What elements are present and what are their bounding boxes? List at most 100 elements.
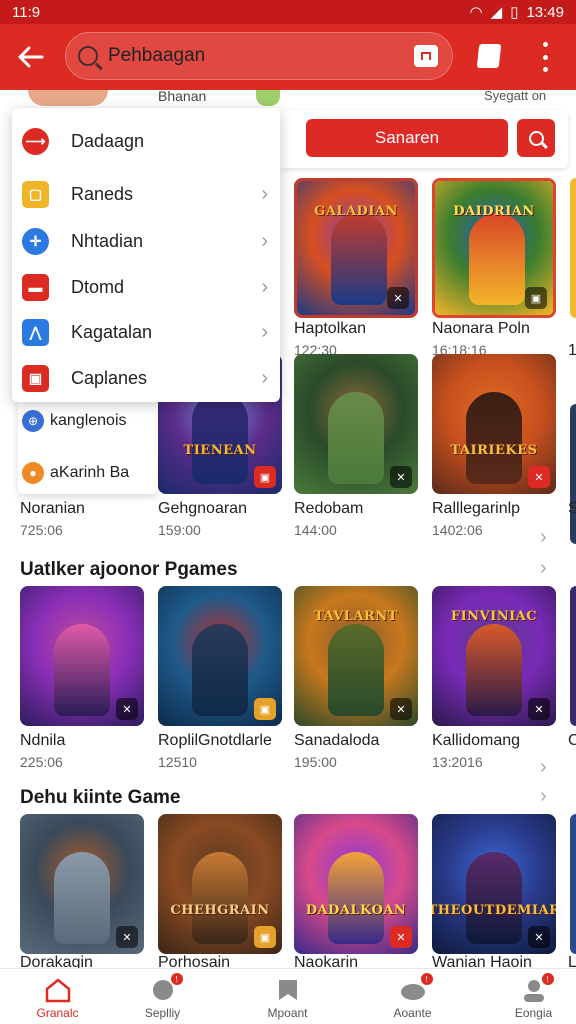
runner-icon: ⋀ [22,318,49,346]
section-more-chevron-icon[interactable]: › [540,557,547,580]
platform-badge-icon: ✕ [116,698,138,720]
more-options-icon[interactable] [536,42,554,72]
back-arrow-icon[interactable] [0,24,62,90]
next-game-tile-edge[interactable] [570,404,576,544]
dropdown-item[interactable]: ✛ Nhtadian › [12,219,280,263]
background-section-link[interactable]: Syegatt on [484,88,546,103]
dropdown-item-label: kanglenois [50,412,127,429]
game-character-art [54,852,110,944]
game-title[interactable]: RoplilGnotdlarle [158,732,292,750]
platform-badge-icon: ✕ [390,466,412,488]
game-title[interactable]: Redobam [294,500,428,518]
game-title[interactable]: Haptolkan [294,320,428,338]
shopping-bag-icon[interactable] [476,44,502,68]
platform-badge-icon: ▣ [254,466,276,488]
account-icon: ⊕ [22,410,44,432]
bottom-nav-item[interactable]: ! Eongia [476,969,576,1024]
chevron-right-icon: › [261,366,268,389]
next-game-tile-edge[interactable] [570,586,576,726]
game-tile[interactable]: ▣ [158,586,282,726]
game-tile[interactable]: CHEHGRAIN ▣ [158,814,282,954]
dropdown-item[interactable]: ● aKarinh Ba [22,462,129,484]
dropdown-item[interactable]: ▬ Dtomd › [12,265,280,309]
game-title[interactable]: Gehgnoaran [158,500,292,518]
bottom-nav-item[interactable]: Mpoant [230,969,345,1024]
game-tile[interactable]: ✕ [294,354,418,494]
game-logo: DAIDRIAN [453,203,535,219]
game-tile[interactable]: FINVINIAC ✕ [432,586,556,726]
platform-badge-icon: ✕ [387,287,409,309]
square-icon: ▢ [22,180,49,208]
dropdown-item-label: Dtomd [71,276,125,297]
colorful-app-icon: ● [22,462,44,484]
dropdown-item[interactable]: ⟶ Dadaagn [12,119,280,163]
search-input[interactable] [108,45,388,67]
bottom-nav-item[interactable]: ! Aoante [355,969,470,1024]
dropdown-item[interactable]: ▣ Caplanes › [12,356,280,400]
game-title[interactable]: Naonara Poln [432,320,566,338]
background-section-title: Bhanan [158,88,207,104]
clear-icon[interactable] [414,45,438,67]
notification-badge: ! [170,973,183,985]
search-button[interactable]: Sanaren [306,119,508,157]
game-tile[interactable]: TAIRIEKES ✕ [432,354,556,494]
dropdown-item-label: Raneds [71,183,134,204]
box-icon: ▬ [22,273,49,301]
section-more-chevron-icon[interactable]: › [540,785,547,808]
platform-badge-icon: ✕ [528,698,550,720]
search-bar[interactable] [65,32,453,80]
search-submit-button[interactable] [517,119,555,157]
notification-badge: ! [420,973,433,985]
game-tile[interactable]: ✕ [20,814,144,954]
status-clock: 13:49 [526,3,564,21]
platform-badge-icon: ✕ [528,926,550,948]
game-logo: TIENEAN [183,442,257,458]
bottom-nav-label: Mpoant [267,1006,308,1020]
game-character-art [328,624,384,716]
dropdown-item-label: Nhtadian [71,230,144,251]
row-scroll-chevron-icon[interactable]: › [540,526,547,549]
dropdown-item[interactable]: ⋀ Kagatalan › [12,310,280,354]
dropdown-overflow-items: ⊕ kanglenois ● aKarinh Ba [18,400,158,494]
game-title[interactable]: Sanadaloda [294,732,428,750]
game-title[interactable]: Ralllegarinlp [432,500,566,518]
platform-badge-icon: ✕ [390,698,412,720]
next-game-tile-edge[interactable] [570,178,576,318]
game-title[interactable]: Noranian [20,500,154,518]
next-game-title-edge: 1 [568,342,576,359]
game-tile[interactable]: TAVLARNT ✕ [294,586,418,726]
game-character-art [54,624,110,716]
dropdown-item[interactable]: ▢ Raneds › [12,172,280,216]
bottom-navigation: Granalc! Seplliy Mpoant! Aoante ! Eongia [0,968,576,1024]
game-tile[interactable]: GALADIAN ✕ [294,178,418,318]
game-character-art [192,624,248,716]
platform-badge-icon: ✕ [528,466,550,488]
game-tile[interactable]: ✕ [20,586,144,726]
search-icon [78,46,98,66]
game-title[interactable]: Kallidomang [432,732,566,750]
chevron-right-icon: › [261,229,268,252]
bottom-nav-item[interactable]: Granalc [0,969,115,1024]
platform-badge-icon: ✕ [116,926,138,948]
platform-badge-icon: ▣ [254,698,276,720]
game-logo: TAVLARNT [314,608,398,624]
game-character-art [328,392,384,484]
game-meta: 12510 [158,754,197,770]
image-icon: ▣ [22,364,49,392]
next-game-tile-edge[interactable] [570,814,576,954]
search-icon [528,130,544,146]
game-logo: GALADIAN [314,203,398,219]
wifi-icon: ◠ [469,4,483,21]
bottom-nav-label: Aoante [393,1006,432,1020]
game-tile[interactable]: THEOUTDEMIAR ✕ [432,814,556,954]
category-dropdown: ⟶ Dadaagn ▢ Raneds › ✛ Nhtadian › ▬ Dtomd › ⋀ Kagata… [12,108,280,402]
dropdown-item[interactable]: ⊕ kanglenois [22,410,127,432]
game-tile[interactable]: DADALKOAN ✕ [294,814,418,954]
platform-badge-icon: ▣ [525,287,547,309]
game-meta: 144:00 [294,522,337,538]
background-banner-art [256,90,280,106]
row-scroll-chevron-icon[interactable]: › [540,756,547,779]
bottom-nav-item[interactable]: ! Seplliy [105,969,220,1024]
game-title[interactable]: Ndnila [20,732,154,750]
game-tile[interactable]: DAIDRIAN ▣ [432,178,556,318]
